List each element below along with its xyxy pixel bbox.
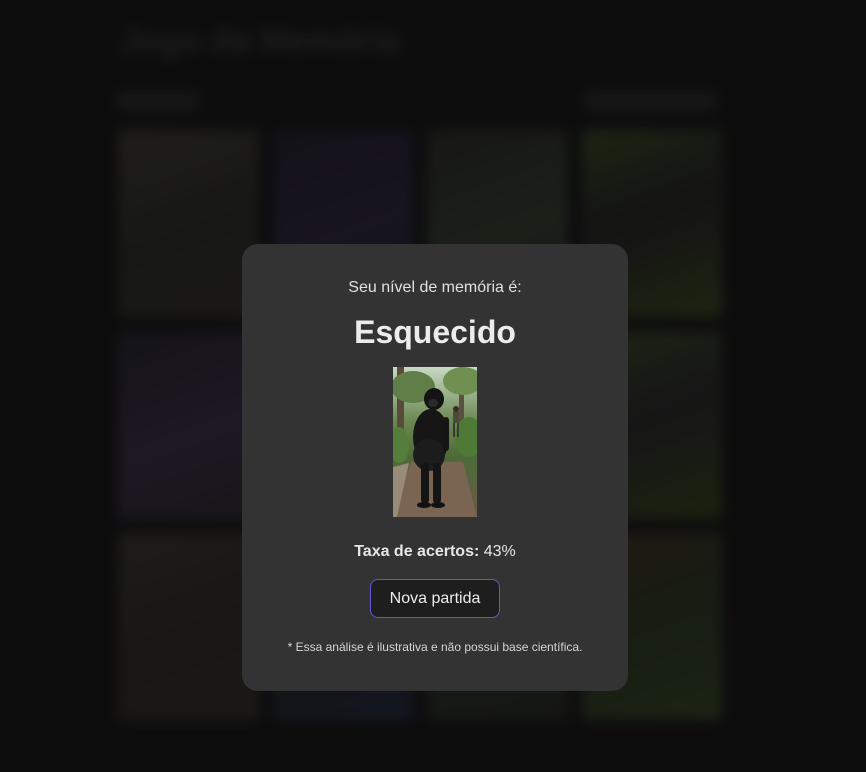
gorilla-photo-icon [393,367,477,517]
memory-level-title: Esquecido [354,314,516,350]
result-modal: Seu nível de memória é: Esquecido Taxa d… [242,244,628,691]
new-game-button[interactable]: Nova partida [370,579,500,618]
disclaimer-text: * Essa análise é ilustrativa e não possu… [287,640,583,654]
result-subtitle: Seu nível de memória é: [348,279,522,296]
memory-game-page: Jogo da Memória Seu nível de memória é: … [0,0,866,772]
hit-rate-value: 43% [483,543,516,560]
hit-rate-label: Taxa de acertos: [354,543,480,560]
hit-rate: Taxa de acertos: 43% [242,543,628,561]
